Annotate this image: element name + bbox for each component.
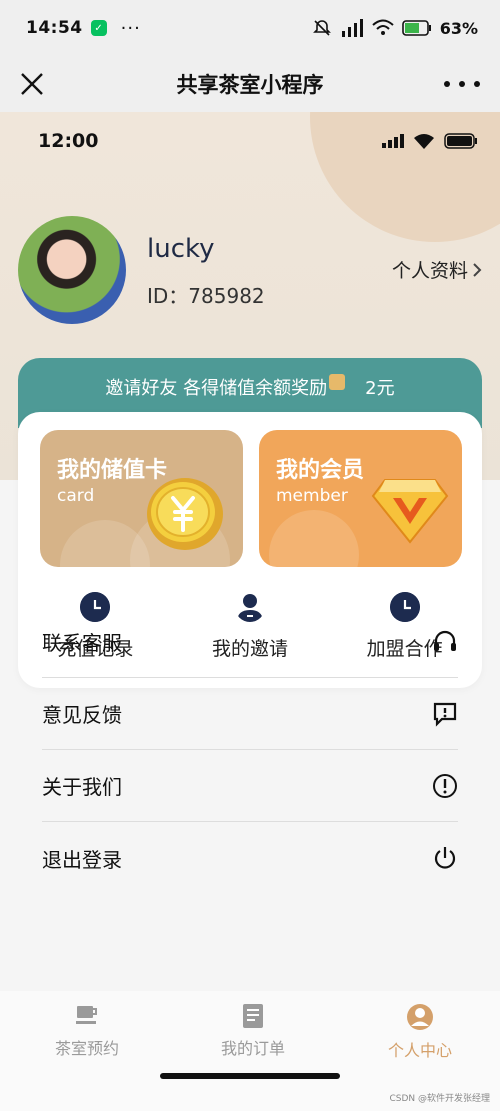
menu-item-feedback[interactable]: 意见反馈 (42, 678, 458, 750)
wifi-icon (372, 19, 394, 35)
profile-settings-link[interactable]: 个人资料 (392, 256, 482, 283)
menu-item-logout[interactable]: 退出登录 (42, 822, 458, 894)
battery-icon (401, 20, 431, 36)
power-icon (434, 847, 456, 869)
tab-my-orders[interactable]: 我的订单 (188, 1003, 318, 1059)
tab-label: 我的订单 (220, 1039, 285, 1058)
info-icon (433, 773, 457, 798)
tab-personal-center[interactable]: 个人中心 (355, 1003, 485, 1061)
watermark: CSDN @软件开发张经理 (389, 1094, 490, 1104)
menu-item-label: 联系客服 (42, 631, 122, 655)
gift-emoji-icon (329, 374, 346, 390)
system-time: 14:54 (26, 18, 83, 38)
teacup-icon (76, 1006, 97, 1024)
person-icon (407, 1004, 433, 1030)
battery-icon (444, 133, 477, 149)
home-indicator[interactable] (160, 1073, 340, 1079)
cellular-signal-icon (382, 134, 404, 148)
menu-item-label: 意见反馈 (42, 703, 122, 727)
card-subtitle: member (276, 486, 348, 506)
menu-item-label: 关于我们 (42, 775, 122, 799)
gold-coin-icon (147, 478, 223, 550)
user-id: ID：785982 (147, 284, 265, 308)
mute-icon (312, 20, 331, 36)
system-status-bar: 14:54 ✓ ··· 63% (0, 0, 500, 56)
mini-program-nav-bar: 共享茶室小程序 (0, 56, 500, 112)
menu-item-contact-support[interactable]: 联系客服 (42, 606, 458, 678)
close-icon[interactable] (14, 66, 50, 102)
inner-status-bar: 12:00 (38, 128, 478, 154)
membership-card[interactable]: 我的会员 member (259, 430, 462, 567)
vip-badge-icon (371, 479, 449, 544)
bottom-tab-bar: 茶室预约 我的订单 个人中心 CSDN @软件开发张经理 (0, 991, 500, 1111)
avatar[interactable] (18, 216, 126, 324)
chevron-right-icon (473, 262, 482, 277)
settings-menu: 联系客服 意见反馈 关于我们 退出登录 (42, 606, 458, 894)
notification-more-icon: ··· (120, 17, 141, 39)
menu-item-label: 退出登录 (42, 847, 122, 872)
username: lucky (147, 234, 215, 264)
more-menu-button[interactable] (444, 74, 480, 94)
menu-item-about-us[interactable]: 关于我们 (42, 750, 458, 822)
card-title: 我的会员 (276, 458, 365, 483)
order-icon (243, 1004, 263, 1028)
tab-label: 个人中心 (387, 1041, 452, 1060)
stored-value-card[interactable]: 我的储值卡 card (40, 430, 243, 567)
card-subtitle: card (57, 486, 95, 506)
tab-label: 茶室预约 (54, 1039, 119, 1058)
profile-link-label: 个人资料 (391, 260, 468, 282)
wechat-icon: ✓ (90, 20, 107, 36)
inner-status-time: 12:00 (38, 130, 99, 152)
headset-icon (434, 630, 456, 651)
cellular-signal-icon (341, 19, 363, 37)
nav-title: 共享茶室小程序 (176, 73, 324, 97)
card-decoration (269, 510, 359, 567)
wifi-icon (414, 134, 434, 149)
user-profile: lucky ID：785982 个人资料 (18, 216, 482, 326)
battery-percent: 63% (439, 18, 478, 38)
tab-tearoom-booking[interactable]: 茶室预约 (22, 1003, 152, 1059)
feedback-icon (433, 702, 457, 727)
